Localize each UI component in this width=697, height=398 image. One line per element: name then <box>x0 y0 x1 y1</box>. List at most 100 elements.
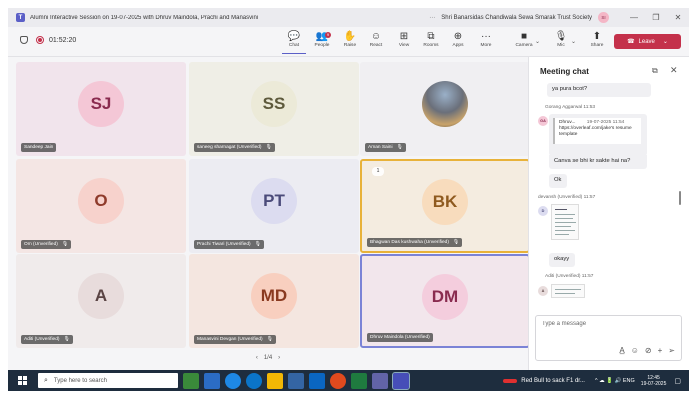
participant-name: Prachi Tiwari (Unverified) <box>197 242 251 247</box>
share-button[interactable]: ⬆ Share <box>585 30 609 54</box>
news-icon <box>503 378 518 383</box>
excel-icon[interactable] <box>351 372 367 389</box>
quoted-message[interactable]: Dhruv... 19-07-2025 11:54 https://overle… <box>553 118 641 144</box>
image-attachment[interactable] <box>551 204 579 240</box>
chat-button[interactable]: 💬 Chat <box>282 30 306 54</box>
title-bar: T Alumni Interactive Session on 19-07-20… <box>8 8 689 27</box>
window-title: Alumni Interactive Session on 19-07-2025… <box>30 14 259 21</box>
people-button[interactable]: 👥 9 People <box>310 30 334 54</box>
image-attachment[interactable] <box>551 284 585 298</box>
view-button[interactable]: ⊞ View <box>392 30 416 54</box>
participant-name: Aman Saini <box>368 145 393 150</box>
chrome-icon[interactable] <box>330 372 346 389</box>
camera-button[interactable]: ■ Camera <box>512 30 536 54</box>
meeting-toolbar: 01:52:20 💬 Chat 👥 9 People ✋ Raise ☺ Rea… <box>8 27 689 57</box>
close-window-icon[interactable]: ✕ <box>667 13 689 22</box>
participant-tile[interactable]: SS saneeg sharnagat (Unverified) 🎙 <box>189 62 359 156</box>
chat-message: ya pura bcot? <box>547 83 651 97</box>
more-button-label: More <box>480 43 492 48</box>
participant-name: Bhagwan Das kushwaha (Unverified) <box>370 240 449 245</box>
edge-browser-icon[interactable] <box>225 372 241 389</box>
participant-tile[interactable]: MD Manasvini Devgan (Unverified) 🎙 <box>189 254 359 348</box>
plus-icon[interactable]: + <box>658 346 663 355</box>
minimize-icon[interactable]: — <box>623 13 645 22</box>
teams-taskbar-icon[interactable] <box>372 372 388 389</box>
taskbar-clock[interactable]: 12:45 19-07-2025 <box>641 375 667 387</box>
quote-text: https://overleaf.com/jake's resume templ… <box>559 126 632 138</box>
participant-avatar: MD <box>251 273 297 320</box>
prev-page-icon[interactable]: ‹ <box>256 355 258 361</box>
participant-name-label: Aman Saini 🎙 <box>365 143 406 152</box>
chat-button-label: Chat <box>288 43 300 48</box>
clock-date: 19-07-2025 <box>640 380 667 387</box>
close-chat-icon[interactable]: ✕ <box>670 65 678 76</box>
share-icon: ⬆ <box>592 31 602 42</box>
edge-icon[interactable] <box>246 372 262 389</box>
chat-title: Meeting chat <box>540 67 589 76</box>
participant-tile[interactable]: O Om (Unverified) 🎙 <box>16 159 186 253</box>
people-button-label: People <box>314 43 330 48</box>
camera-options-chevron-icon[interactable]: ⌄ <box>535 38 540 45</box>
apps-button[interactable]: ⊕ Apps <box>446 30 470 54</box>
mic-off-icon: 🎙 <box>61 242 68 247</box>
participant-avatar <box>422 81 468 128</box>
participant-avatar: A <box>78 273 124 320</box>
chat-message: Canva se bhi kr sakte hai na? <box>549 155 647 169</box>
message-input[interactable] <box>542 321 672 327</box>
popout-icon[interactable]: ⧉ <box>652 66 658 76</box>
store-icon[interactable] <box>288 372 304 389</box>
next-page-icon[interactable]: › <box>278 355 280 361</box>
compose-actions: A̲ ☺ ⊘ + ➢ <box>619 346 675 355</box>
raise-hand-button[interactable]: ✋ Raise <box>338 30 362 54</box>
participant-tile[interactable]: Aman Saini 🎙 <box>360 62 530 156</box>
file-explorer-icon[interactable] <box>267 372 283 389</box>
participant-tile[interactable]: A Aditi (Unverified) 🎙 <box>16 254 186 348</box>
participant-name-label: Om (Unverified) 🎙 <box>21 240 71 249</box>
message-meta: devansh (Unverified) 11:57 <box>538 195 596 200</box>
participant-avatar: BK <box>422 178 468 225</box>
restore-icon[interactable]: ❐ <box>645 13 667 22</box>
meeting-status: 01:52:20 <box>20 36 76 44</box>
mail-icon[interactable] <box>309 372 325 389</box>
participant-tile[interactable]: DM Dhruv Maindola (Unverified) <box>360 254 530 348</box>
rooms-button[interactable]: ⧉ Rooms <box>419 30 443 54</box>
mic-button[interactable]: 🎙 Mic <box>549 30 573 54</box>
teams-meeting-icon[interactable] <box>392 371 410 390</box>
news-widget[interactable]: Red Bull to sack F1 dr... <box>503 378 585 384</box>
phone-icon: ☎ <box>627 39 635 45</box>
participant-avatar: O <box>78 178 124 225</box>
widget-app-icon[interactable] <box>183 372 199 389</box>
task-view-icon[interactable] <box>204 372 220 389</box>
more-options-icon[interactable]: ··· <box>429 15 435 21</box>
more-button[interactable]: ··· More <box>474 30 498 54</box>
gallery-pager: ‹ 1/4 › <box>8 355 528 361</box>
windows-start-icon[interactable] <box>18 375 28 386</box>
react-button[interactable]: ☺ React <box>364 30 388 54</box>
organization-name[interactable]: Shri Banarsidas Chandiwala Sewa Smarak T… <box>441 15 592 21</box>
avatar: GA <box>538 116 548 126</box>
user-avatar[interactable]: SI <box>598 12 609 23</box>
teams-logo-icon: T <box>16 13 25 22</box>
emoji-icon[interactable]: ☺ <box>631 346 639 355</box>
participant-tile[interactable]: SJ Sandeep Jain <box>16 62 186 156</box>
leave-button[interactable]: ☎ Leave ⌄ <box>614 34 681 49</box>
smiley-icon: ☺ <box>370 31 382 42</box>
taskbar-search[interactable]: ⌕ Type here to search <box>38 373 178 388</box>
share-button-label: Share <box>590 43 604 48</box>
mic-options-chevron-icon[interactable]: ⌄ <box>571 38 576 45</box>
format-icon[interactable]: A̲ <box>619 346 624 355</box>
message-compose-box[interactable]: A̲ ☺ ⊘ + ➢ <box>535 315 682 361</box>
notification-icon[interactable]: ▢ <box>674 377 681 385</box>
page-indicator: 1/4 <box>263 355 273 361</box>
attach-icon[interactable]: ⊘ <box>645 346 652 355</box>
leave-options-chevron-icon[interactable]: ⌄ <box>663 38 668 45</box>
chat-scrollbar[interactable] <box>679 191 681 205</box>
mic-off-icon: 🎙 <box>396 145 403 150</box>
participant-tile[interactable]: BK 1 Bhagwan Das kushwaha (Unverified) 🎙 <box>360 159 530 253</box>
participant-name: Om (Unverified) <box>24 242 58 247</box>
send-icon[interactable]: ➢ <box>668 346 675 355</box>
system-tray[interactable]: ^ ☁ 🔋 🔊 ENG <box>595 378 635 384</box>
mic-off-icon: 🎙 <box>452 240 460 245</box>
grid-icon: ⊞ <box>399 31 409 42</box>
participant-tile[interactable]: PT Prachi Tiwari (Unverified) 🎙 <box>189 159 359 253</box>
